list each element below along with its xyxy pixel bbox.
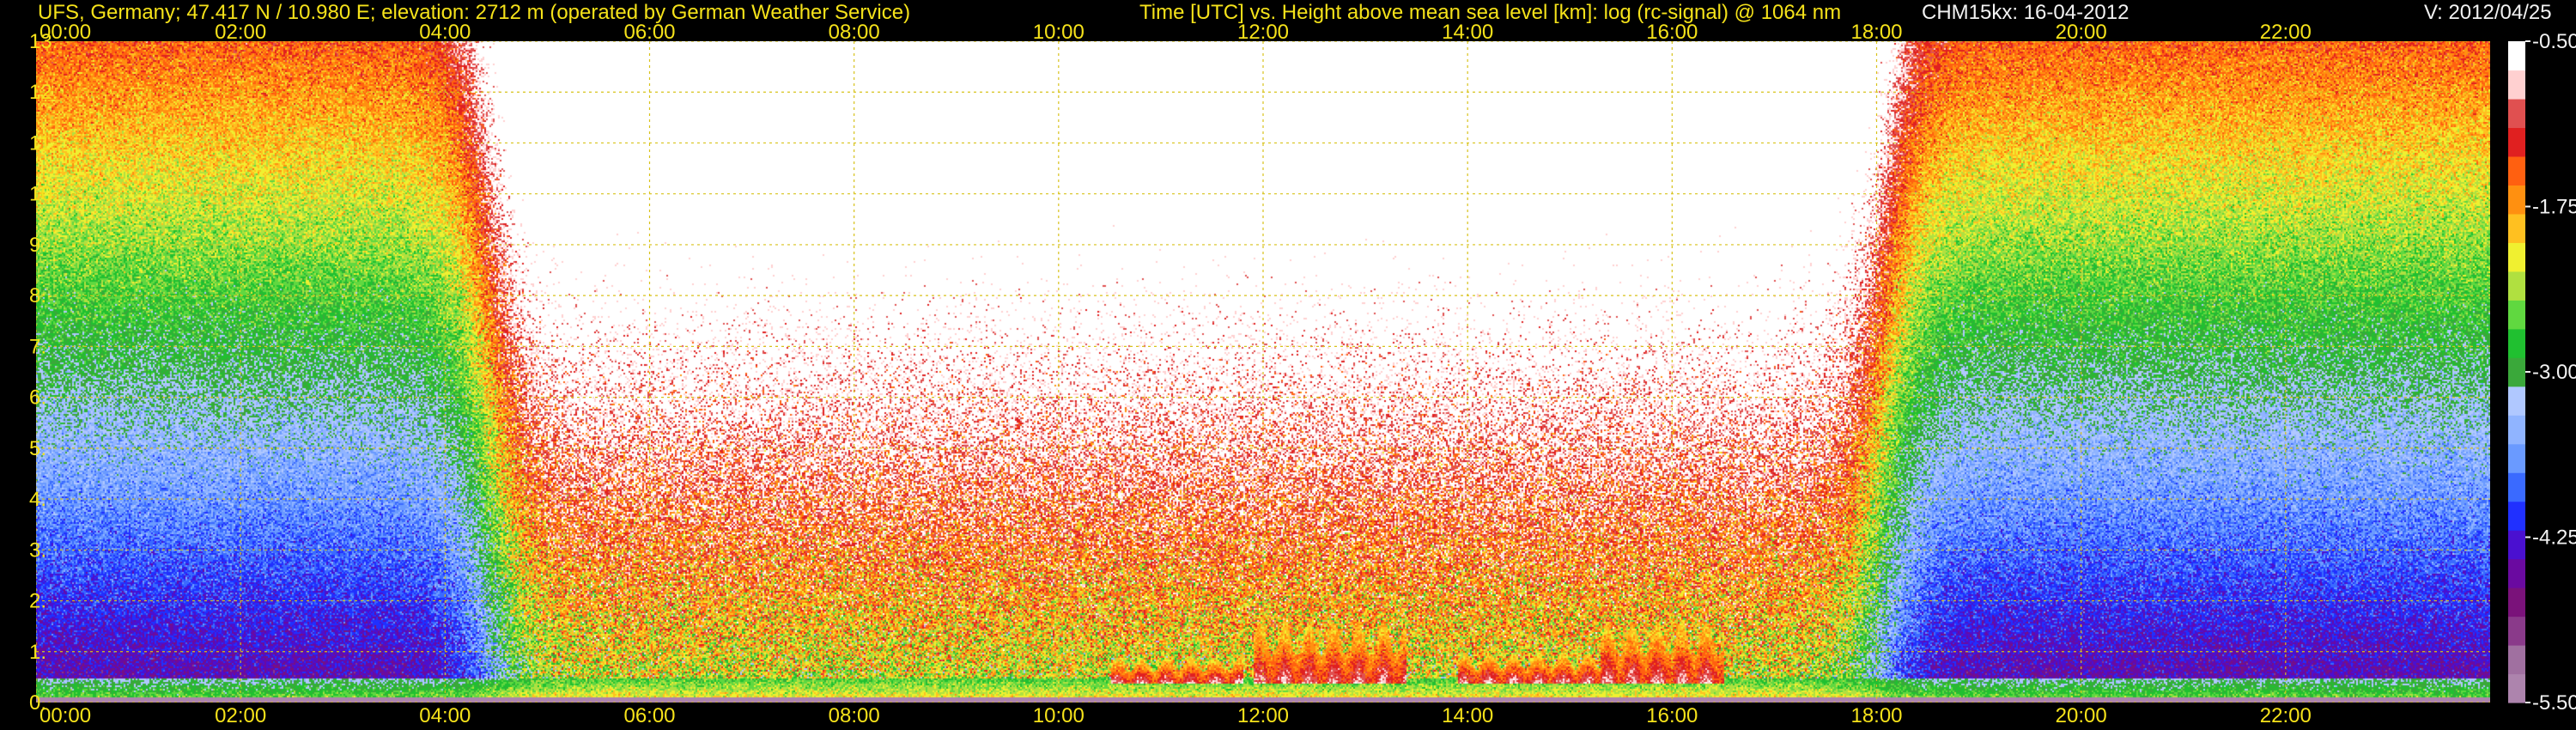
- x-tick-label: 22:00: [2260, 704, 2312, 727]
- colorbar-segment: [2508, 155, 2525, 186]
- y-tick-label: 10.: [29, 183, 58, 206]
- x-tick-label: 04:00: [419, 704, 471, 727]
- colorbar-segment: [2508, 242, 2525, 272]
- y-tick-label: 1.: [29, 641, 46, 664]
- colorbar-segment: [2508, 558, 2525, 588]
- x-tick-label: 18:00: [1850, 704, 1902, 727]
- x-tick-label: 20:00: [2056, 704, 2107, 727]
- colorbar-tick-label: -3.00: [2532, 361, 2576, 384]
- colorbar-segment: [2508, 300, 2525, 330]
- x-tick-label: 00:00: [39, 704, 91, 727]
- x-tick-label-top: 06:00: [623, 21, 675, 44]
- x-tick-label: 12:00: [1237, 704, 1289, 727]
- colorbar-segment: [2508, 645, 2525, 675]
- colorbar-segment: [2508, 472, 2525, 502]
- y-tick-label: 8.: [29, 284, 46, 307]
- x-tick-label-top: 22:00: [2260, 21, 2312, 44]
- x-tick-label: 08:00: [829, 704, 880, 727]
- colorbar-segment: [2508, 415, 2525, 445]
- x-tick-label: 16:00: [1646, 704, 1698, 727]
- y-tick-label: 2.: [29, 590, 46, 613]
- y-tick-label: 11.: [29, 131, 57, 155]
- colorbar-segment: [2508, 41, 2525, 71]
- colorbar-segment: [2508, 443, 2525, 473]
- colorbar-segment: [2508, 673, 2525, 703]
- y-tick-label: 6.: [29, 386, 46, 410]
- y-tick-label: 13.: [29, 30, 58, 53]
- x-tick-label: 10:00: [1033, 704, 1084, 727]
- x-tick-label-top: 16:00: [1646, 21, 1698, 44]
- colorbar-segment: [2508, 587, 2525, 617]
- x-tick-label-top: 08:00: [829, 21, 880, 44]
- x-tick-label-top: 02:00: [215, 21, 266, 44]
- x-tick-label: 02:00: [215, 704, 266, 727]
- colorbar-segment: [2508, 271, 2525, 301]
- colorbar-segment: [2508, 98, 2525, 129]
- x-tick-label: 06:00: [623, 704, 675, 727]
- colorbar-segment: [2508, 530, 2525, 560]
- colorbar-segment: [2508, 70, 2525, 100]
- x-tick-label-top: 12:00: [1237, 21, 1289, 44]
- colorbar-segment: [2508, 386, 2525, 416]
- x-tick-label-top: 20:00: [2056, 21, 2107, 44]
- y-tick-label: 5.: [29, 437, 46, 460]
- x-tick-label-top: 10:00: [1033, 21, 1084, 44]
- y-tick-label: 4.: [29, 488, 46, 511]
- y-tick-label: 0.: [29, 691, 46, 715]
- y-tick-label: 12.: [29, 81, 58, 104]
- colorbar-segment: [2508, 127, 2525, 157]
- colorbar-segment: [2508, 501, 2525, 531]
- colorbar-segment: [2508, 357, 2525, 387]
- colorbar-tick-label: -0.50: [2532, 30, 2576, 53]
- x-tick-label: 14:00: [1442, 704, 1493, 727]
- colorbar-segment: [2508, 616, 2525, 646]
- colorbar-tick-label: -4.25: [2532, 526, 2576, 550]
- x-tick-label-top: 18:00: [1850, 21, 1902, 44]
- y-tick-label: 7.: [29, 335, 46, 358]
- colorbar-tick-label: -5.50: [2532, 691, 2576, 715]
- axes-overlay: 00:00 02:00 04:00 06:00 08:00 10:00 12:00 14:00…: [29, 21, 2576, 727]
- colorbar-segment: [2508, 328, 2525, 358]
- y-tick-label: 9.: [29, 234, 46, 257]
- colorbar-segment: [2508, 185, 2525, 215]
- page: UFS, Germany; 47.417 N / 10.980 E; eleva…: [0, 0, 2576, 730]
- x-tick-label-top: 14:00: [1442, 21, 1493, 44]
- colorbar-tick-label: -1.75: [2532, 196, 2576, 219]
- colorbar-segment: [2508, 213, 2525, 243]
- x-tick-label-top: 04:00: [419, 21, 471, 44]
- y-tick-label: 3.: [29, 538, 46, 562]
